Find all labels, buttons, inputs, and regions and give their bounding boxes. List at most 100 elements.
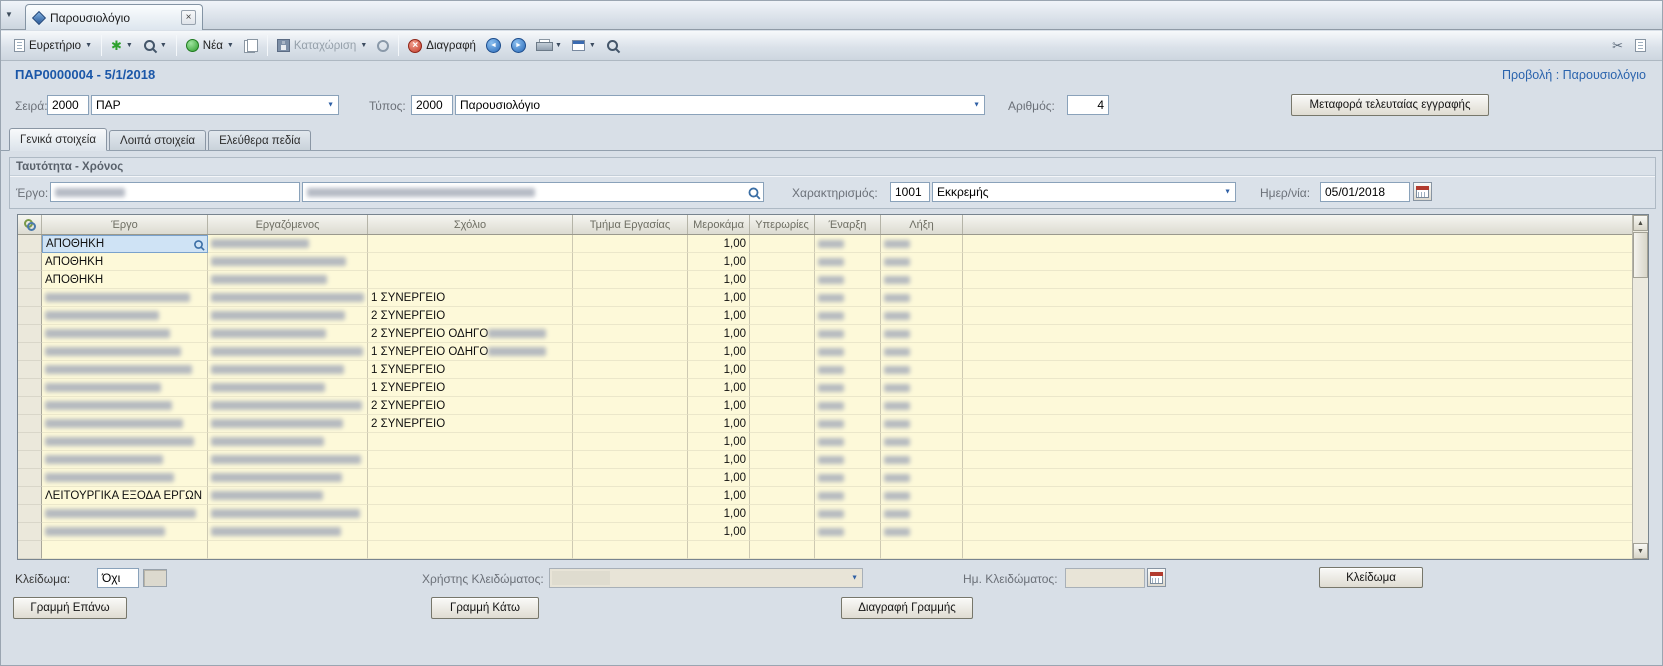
save-button[interactable]: Καταχώριση ▼ <box>272 34 372 58</box>
row-selector-header[interactable] <box>18 215 42 234</box>
date-field[interactable]: 05/01/2018 <box>1320 182 1410 202</box>
table-row[interactable]: 2 ΣΥΝΕΡΓΕΙΟ1,00 <box>18 415 1632 433</box>
row-selector-cell[interactable] <box>18 505 42 523</box>
next-record-button[interactable]: ► <box>506 34 531 58</box>
column-header-overtime[interactable]: Υπερωρίες <box>750 215 815 234</box>
row-selector-cell[interactable] <box>18 433 42 451</box>
row-selector-cell[interactable] <box>18 415 42 433</box>
project-name-field[interactable] <box>302 182 764 202</box>
table-row[interactable]: 1 ΣΥΝΕΡΓΕΙΟ ΟΔΗΓΟ1,00 <box>18 343 1632 361</box>
table-row[interactable]: 2 ΣΥΝΕΡΓΕΙΟ1,00 <box>18 397 1632 415</box>
characterization-code-field[interactable]: 1001 <box>890 182 930 202</box>
table-row[interactable]: ΑΠΟΘΗΚΗ1,00 <box>18 235 1632 253</box>
table-row[interactable]: 1,00 <box>18 451 1632 469</box>
chevron-down-icon[interactable]: ▼ <box>555 42 562 49</box>
chevron-down-icon[interactable]: ▼ <box>85 42 92 49</box>
column-header-workday[interactable]: Μεροκάμα <box>688 215 750 234</box>
delete-row-button[interactable]: Διαγραφή Γραμμής <box>841 597 973 619</box>
tab-parousiologio[interactable]: Παρουσιολόγιο × <box>25 4 203 30</box>
window-button[interactable]: ▼ <box>567 34 601 58</box>
tab-general[interactable]: Γενικά στοιχεία <box>9 128 107 151</box>
record-state-button[interactable] <box>372 34 394 58</box>
customize-icon[interactable]: ✂ <box>1612 39 1623 52</box>
row-selector-cell[interactable] <box>18 271 42 289</box>
row-selector-cell[interactable] <box>18 397 42 415</box>
series-combo[interactable]: ΠΑΡ ▼ <box>91 95 339 115</box>
delete-button[interactable]: × Διαγραφή <box>403 34 481 58</box>
scroll-down-button[interactable]: ▼ <box>1633 543 1648 559</box>
table-row[interactable]: 1,00 <box>18 523 1632 541</box>
series-code-field[interactable]: 2000 <box>47 95 89 115</box>
tab-list-dropdown-icon[interactable]: ▼ <box>5 10 13 19</box>
table-row[interactable]: 1 ΣΥΝΕΡΓΕΙΟ1,00 <box>18 289 1632 307</box>
calendar-button[interactable] <box>1147 568 1166 587</box>
row-selector-cell[interactable] <box>18 379 42 397</box>
copy-button[interactable] <box>239 34 263 58</box>
table-row[interactable]: 2 ΣΥΝΕΡΓΕΙΟ1,00 <box>18 307 1632 325</box>
chevron-down-icon[interactable]: ▼ <box>1224 189 1231 196</box>
table-row[interactable]: ΑΠΟΘΗΚΗ1,00 <box>18 271 1632 289</box>
lock-button[interactable]: Κλείδωμα <box>1319 567 1423 588</box>
chevron-down-icon[interactable]: ▼ <box>126 42 133 49</box>
row-selector-cell[interactable] <box>18 343 42 361</box>
lock-user-combo[interactable]: ▼ <box>549 568 863 588</box>
favorites-button[interactable]: ✱ ▼ <box>106 34 138 58</box>
column-header-end[interactable]: Λήξη <box>881 215 963 234</box>
column-header-department[interactable]: Τμήμα Εργασίας <box>573 215 688 234</box>
type-combo[interactable]: Παρουσιολόγιο ▼ <box>455 95 985 115</box>
table-row[interactable]: 1,00 <box>18 433 1632 451</box>
table-row[interactable]: 1 ΣΥΝΕΡΓΕΙΟ1,00 <box>18 361 1632 379</box>
previous-record-button[interactable]: ◄ <box>481 34 506 58</box>
table-row[interactable]: ΛΕΙΤΟΥΡΓΙΚΑ ΕΞΟΔΑ ΕΡΓΩΝ1,00 <box>18 487 1632 505</box>
new-button[interactable]: Νέα ▼ <box>181 34 239 58</box>
find-button[interactable]: ▼ <box>138 34 172 58</box>
index-button[interactable]: Ευρετήριο ▼ <box>9 34 97 58</box>
chevron-down-icon[interactable]: ▼ <box>589 42 596 49</box>
type-code-field[interactable]: 2000 <box>411 95 453 115</box>
scroll-thumb[interactable] <box>1633 232 1648 278</box>
row-up-button[interactable]: Γραμμή Επάνω <box>13 597 127 619</box>
chevron-down-icon[interactable]: ▼ <box>327 102 334 109</box>
row-down-button[interactable]: Γραμμή Κάτω <box>431 597 539 619</box>
row-selector-cell[interactable] <box>18 451 42 469</box>
column-header-start[interactable]: Έναρξη <box>815 215 881 234</box>
transfer-last-record-button[interactable]: Μεταφορά τελευταίας εγγραφής <box>1291 94 1489 116</box>
chevron-down-icon[interactable]: ▼ <box>973 102 980 109</box>
calendar-button[interactable] <box>1413 182 1432 201</box>
row-selector-cell[interactable] <box>18 361 42 379</box>
row-selector-cell[interactable] <box>18 325 42 343</box>
layout-icon[interactable] <box>1635 39 1646 52</box>
chevron-down-icon[interactable]: ▼ <box>160 42 167 49</box>
lock-toggle-box[interactable] <box>143 569 167 587</box>
characterization-combo[interactable]: Εκκρεμής ▼ <box>932 182 1236 202</box>
chevron-down-icon[interactable]: ▼ <box>227 42 234 49</box>
row-selector-cell[interactable] <box>18 289 42 307</box>
tab-free-fields[interactable]: Ελεύθερα πεδία <box>208 130 311 150</box>
table-row[interactable]: ΑΠΟΘΗΚΗ1,00 <box>18 253 1632 271</box>
column-header-employee[interactable]: Εργαζόμενος <box>208 215 368 234</box>
row-selector-cell[interactable] <box>18 487 42 505</box>
row-selector-cell[interactable] <box>18 541 42 559</box>
project-code-field[interactable] <box>50 182 300 202</box>
row-selector-cell[interactable] <box>18 523 42 541</box>
table-row[interactable]: 1 ΣΥΝΕΡΓΕΙΟ1,00 <box>18 379 1632 397</box>
scroll-up-button[interactable]: ▲ <box>1633 215 1648 231</box>
lock-value-field[interactable]: Όχι <box>97 568 139 588</box>
print-button[interactable]: ▼ <box>531 34 567 58</box>
number-field[interactable]: 4 <box>1067 95 1109 115</box>
vertical-scrollbar[interactable]: ▲ ▼ <box>1632 215 1648 559</box>
row-selector-cell[interactable] <box>18 253 42 271</box>
chevron-down-icon[interactable]: ▼ <box>360 42 367 49</box>
table-row[interactable]: 1,00 <box>18 505 1632 523</box>
search-icon[interactable] <box>193 239 203 249</box>
column-header-project[interactable]: Έργο <box>42 215 208 234</box>
chevron-down-icon[interactable]: ▼ <box>851 575 858 582</box>
lock-date-field[interactable] <box>1065 568 1145 588</box>
column-header-comment[interactable]: Σχόλιο <box>368 215 573 234</box>
table-row[interactable] <box>18 541 1632 559</box>
row-selector-cell[interactable] <box>18 469 42 487</box>
table-row[interactable]: 2 ΣΥΝΕΡΓΕΙΟ ΟΔΗΓΟ1,00 <box>18 325 1632 343</box>
table-row[interactable]: 1,00 <box>18 469 1632 487</box>
search-icon[interactable] <box>748 187 760 199</box>
row-selector-cell[interactable] <box>18 235 42 253</box>
